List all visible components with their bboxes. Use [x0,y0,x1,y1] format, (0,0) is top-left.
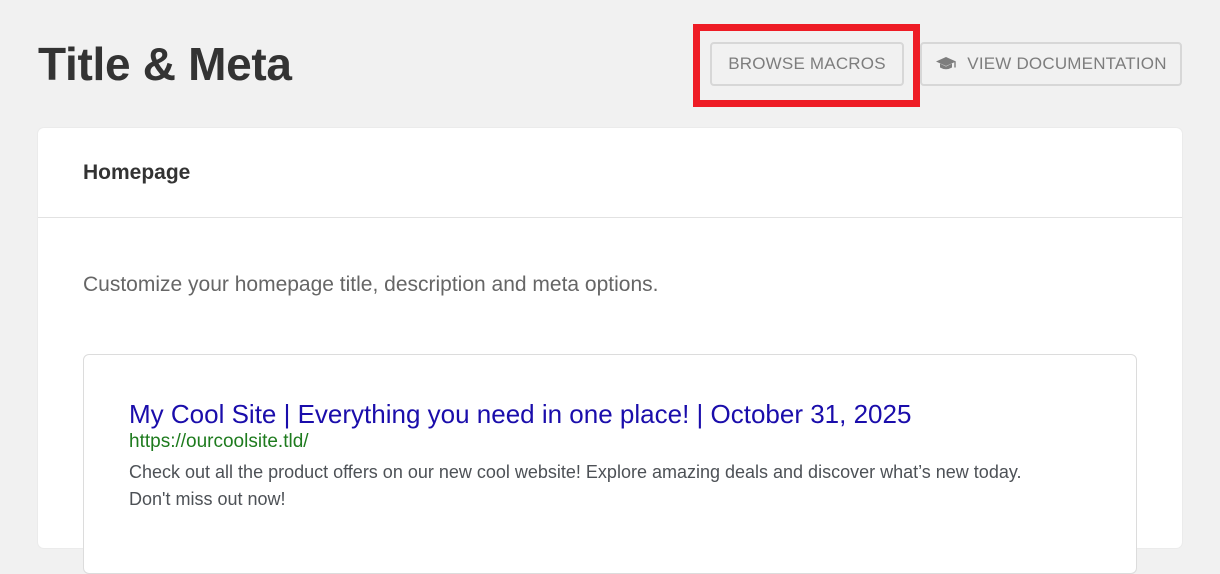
homepage-card: Homepage Customize your homepage title, … [38,128,1182,574]
browse-macros-label: BROWSE MACROS [728,54,886,73]
preview-url: https://ourcoolsite.tld/ [129,431,309,452]
graduation-cap-icon [935,55,957,73]
card-header: Homepage [38,128,1182,218]
view-documentation-button[interactable]: VIEW DOCUMENTATION [920,42,1182,86]
search-preview: My Cool Site | Everything you need in on… [83,354,1137,574]
view-documentation-label: VIEW DOCUMENTATION [967,54,1167,73]
section-description: Customize your homepage title, descripti… [83,273,659,296]
browse-macros-button[interactable]: BROWSE MACROS [710,42,904,86]
page-title: Title & Meta [38,38,292,90]
preview-description: Check out all the product offers on our … [129,462,1022,509]
preview-title[interactable]: My Cool Site | Everything you need in on… [129,399,911,430]
section-title: Homepage [83,160,191,184]
